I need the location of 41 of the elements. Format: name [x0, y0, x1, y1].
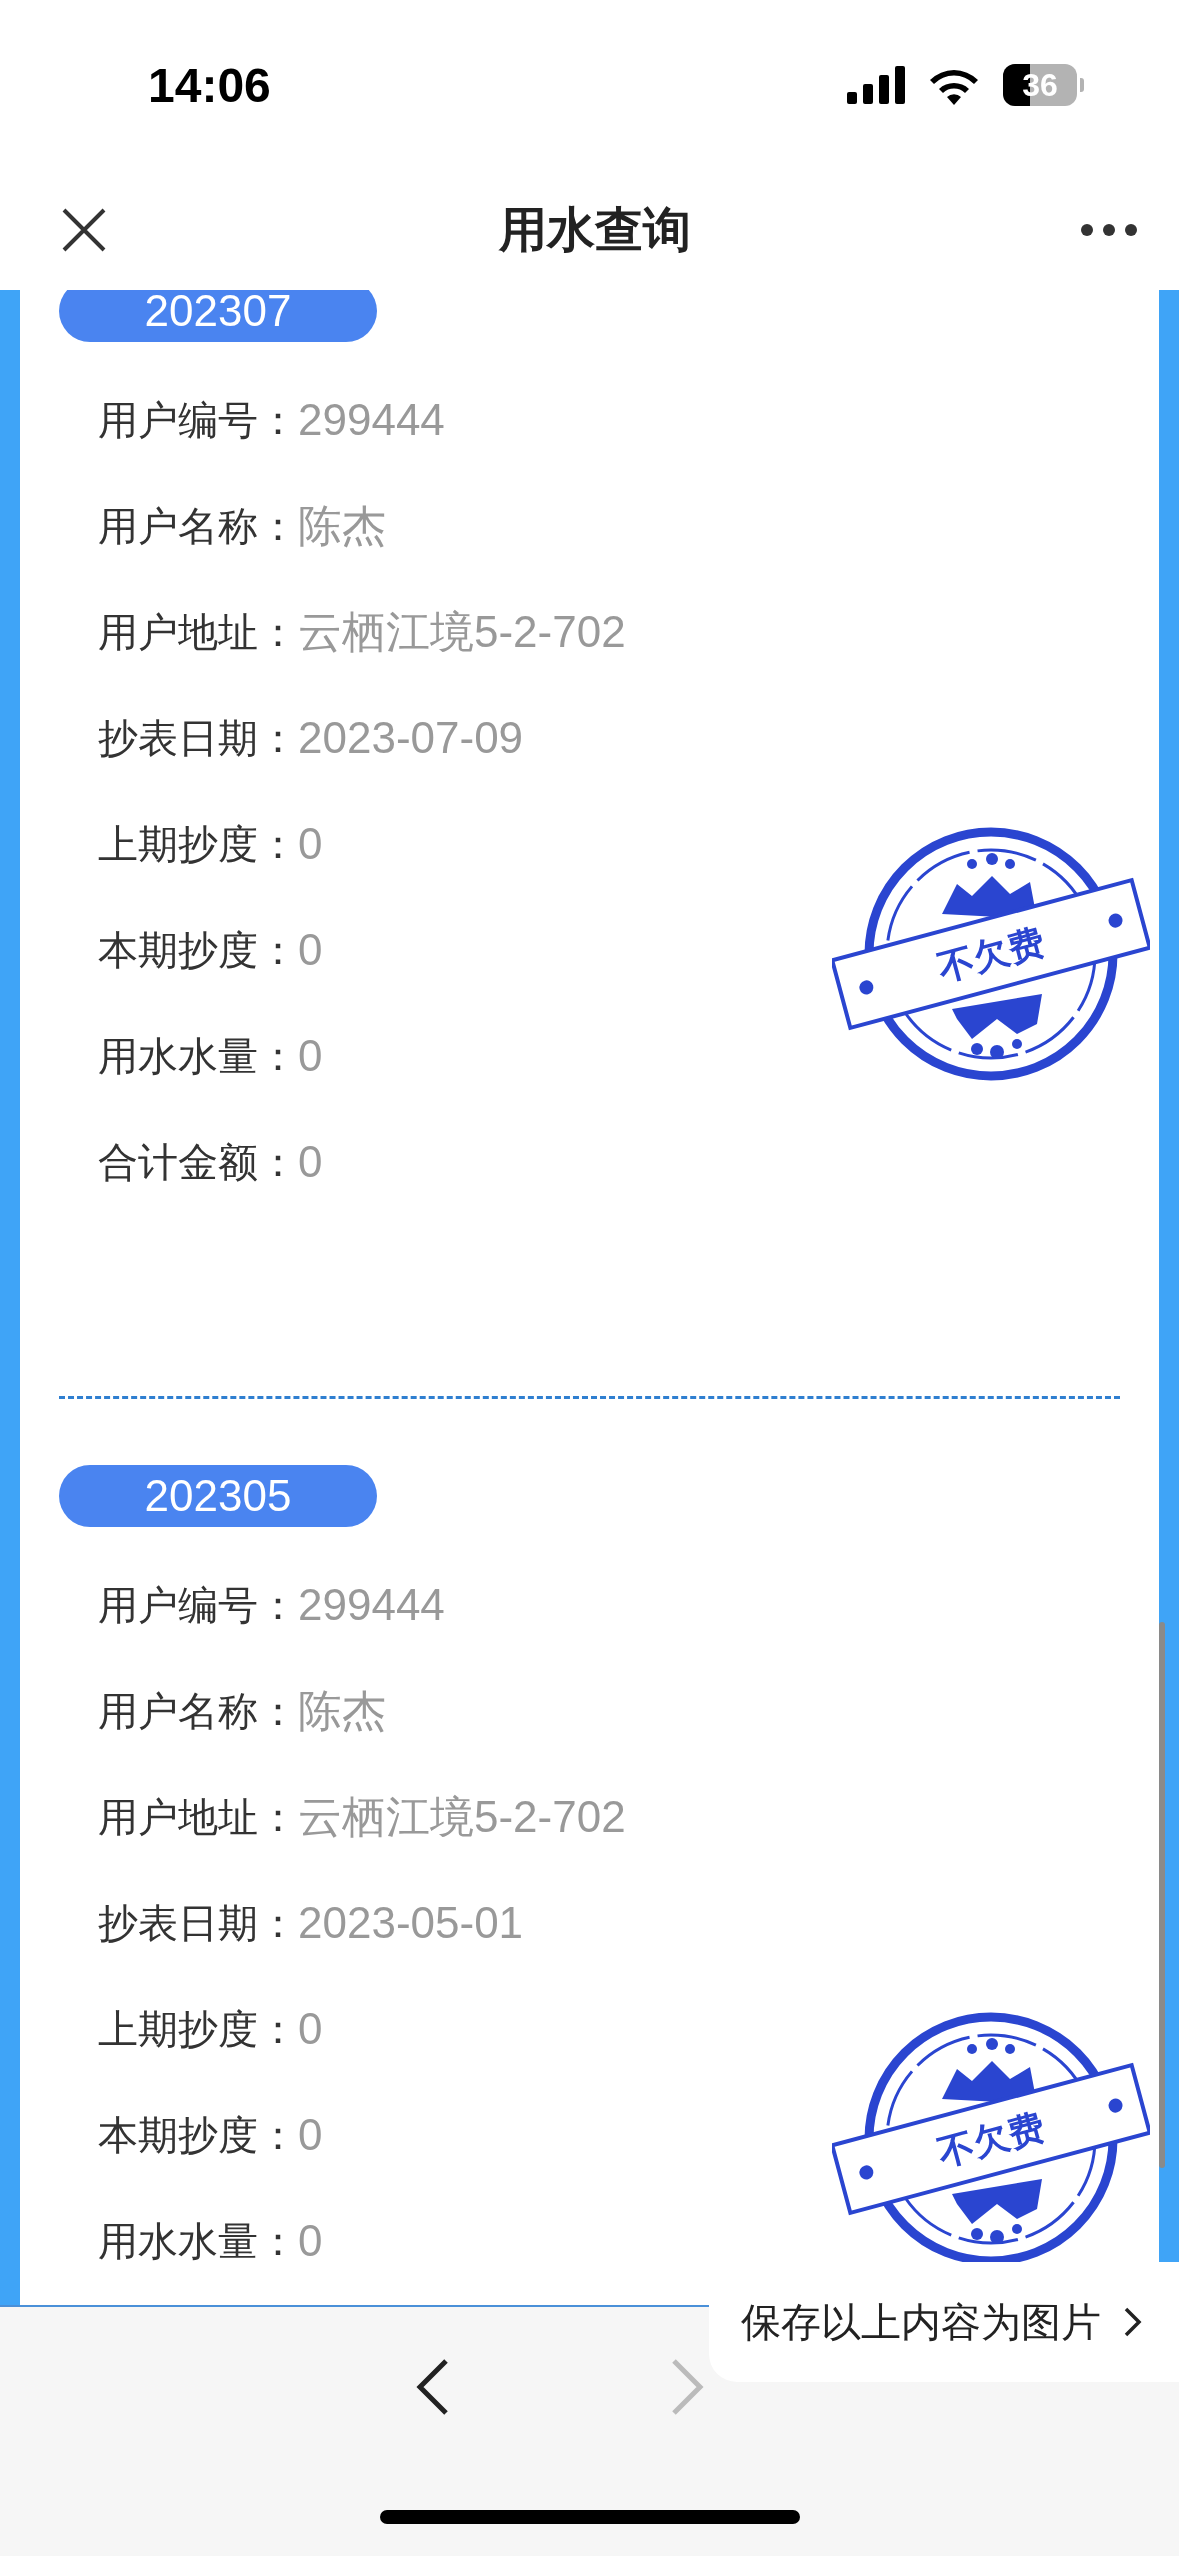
- field-value: 0: [298, 925, 323, 975]
- field-value: 2023-05-01: [298, 1898, 524, 1948]
- period-badge: 202307: [59, 290, 377, 342]
- field-value: 0: [298, 1137, 323, 1187]
- field-label: 抄表日期：: [98, 713, 298, 763]
- field-label: 本期抄度：: [98, 925, 298, 975]
- field-value: 0: [298, 2216, 323, 2266]
- field-value: 陈杰: [298, 499, 386, 552]
- field-label: 抄表日期：: [98, 1898, 298, 1948]
- field-label: 用户名称：: [98, 501, 298, 551]
- field-value: 0: [298, 819, 323, 869]
- field-label: 用户地址：: [98, 1792, 298, 1842]
- field-value: 2023-07-09: [298, 713, 524, 763]
- field-label: 上期抄度：: [98, 819, 298, 869]
- field-value: 0: [298, 1031, 323, 1081]
- chevron-right-icon: [1123, 2306, 1143, 2338]
- stamp-text: 不欠费: [933, 2104, 1049, 2174]
- field-label: 用水水量：: [98, 2216, 298, 2266]
- field-value: 299444: [298, 395, 445, 445]
- field-label: 用户地址：: [98, 607, 298, 657]
- close-button[interactable]: [60, 206, 108, 254]
- more-button[interactable]: [1081, 224, 1137, 236]
- field-label: 合计金额：: [98, 1137, 298, 1187]
- field-label: 用水水量：: [98, 1031, 298, 1081]
- page-title: 用水查询: [498, 200, 691, 259]
- field-label: 上期抄度：: [98, 2004, 298, 2054]
- period-badge: 202305: [59, 1465, 377, 1527]
- field-value: 云栖江境5-2-702: [298, 1790, 626, 1843]
- signal-icon: [847, 66, 905, 104]
- status-time: 14:06: [148, 57, 271, 113]
- field-value: 0: [298, 2004, 323, 2054]
- field-label: 用户编号：: [98, 1580, 298, 1630]
- field-value: 陈杰: [298, 1684, 386, 1737]
- field-value: 0: [298, 2110, 323, 2160]
- field-value: 云栖江境5-2-702: [298, 605, 626, 658]
- field-label: 本期抄度：: [98, 2110, 298, 2160]
- stamp-text: 不欠费: [933, 919, 1049, 989]
- field-value: 299444: [298, 1580, 445, 1630]
- save-as-image-button[interactable]: 保存以上内容为图片: [709, 2262, 1179, 2382]
- field-label: 用户编号：: [98, 395, 298, 445]
- field-label: 用户名称：: [98, 1686, 298, 1736]
